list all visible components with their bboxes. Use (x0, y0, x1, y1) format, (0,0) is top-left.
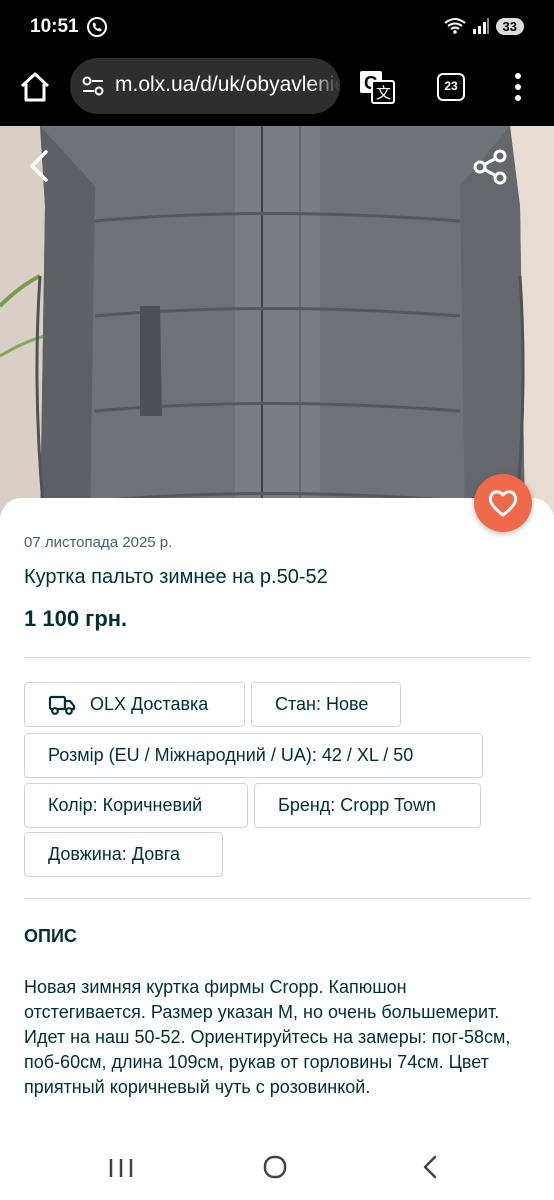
chip-length[interactable]: Довжина: Довга (24, 832, 223, 877)
jacket-photo (0, 126, 554, 526)
url-fade (310, 58, 340, 114)
home-icon[interactable] (18, 70, 52, 104)
chip-label: OLX Доставка (90, 694, 209, 714)
site-settings-icon[interactable] (82, 76, 104, 96)
status-time: 10:51 (30, 16, 79, 37)
tabs-button[interactable]: 23 (437, 73, 465, 101)
home-circle-icon[interactable] (262, 1154, 288, 1180)
signal-icon (472, 18, 489, 34)
back-chevron-icon[interactable] (420, 1154, 440, 1180)
recent-apps-icon[interactable] (108, 1156, 134, 1180)
listing-price: 1 100 грн. (24, 606, 128, 631)
chip-label: Розмір (EU / Міжнародний / UA): 42 / XL … (48, 745, 414, 765)
translate-icon[interactable]: G 文 (358, 69, 396, 105)
url-bar[interactable]: m.olx.ua/d/uk/obyavlenie (70, 58, 340, 114)
chip-label: Стан: Нове (275, 694, 369, 714)
listing-date: 07 листопада 2025 р. (24, 534, 173, 551)
url-text: m.olx.ua/d/uk/obyavlenie (115, 73, 340, 96)
chip-brand[interactable]: Бренд: Cropp Town (254, 783, 481, 828)
divider (24, 657, 531, 658)
divider (24, 898, 531, 899)
description-heading: ОПИС (24, 926, 77, 946)
delivery-truck-icon (48, 695, 76, 715)
browser-toolbar: m.olx.ua/d/uk/obyavlenie G 文 23 (0, 56, 554, 126)
listing-photo[interactable] (0, 126, 554, 526)
chip-label: Довжина: Довга (48, 844, 180, 864)
chip-condition[interactable]: Стан: Нове (251, 682, 401, 727)
heart-icon (488, 490, 518, 517)
chip-olx-delivery[interactable]: OLX Доставка (24, 682, 245, 727)
chip-color[interactable]: Колір: Коричневий (24, 783, 248, 828)
status-icons: 33 (443, 17, 524, 35)
listing-title: Куртка пальто зимнее на р.50-52 (24, 566, 328, 588)
viber-icon (87, 17, 107, 37)
chip-size[interactable]: Розмір (EU / Міжнародний / UA): 42 / XL … (24, 733, 483, 778)
wifi-icon (443, 18, 466, 34)
svg-text:文: 文 (376, 84, 391, 102)
chip-label: Бренд: Cropp Town (278, 795, 437, 815)
system-navigation-bar (0, 1138, 554, 1200)
favorite-button[interactable] (474, 474, 532, 532)
more-vert-icon[interactable] (506, 70, 530, 104)
chip-label: Колір: Коричневий (48, 795, 203, 815)
status-bar: 10:51 33 (0, 0, 554, 56)
back-arrow-icon[interactable] (22, 146, 58, 186)
share-icon[interactable] (472, 148, 510, 186)
battery-icon: 33 (495, 17, 524, 35)
description-text: Новая зимняя куртка фирмы Cropp. Капюшон… (24, 977, 511, 1097)
